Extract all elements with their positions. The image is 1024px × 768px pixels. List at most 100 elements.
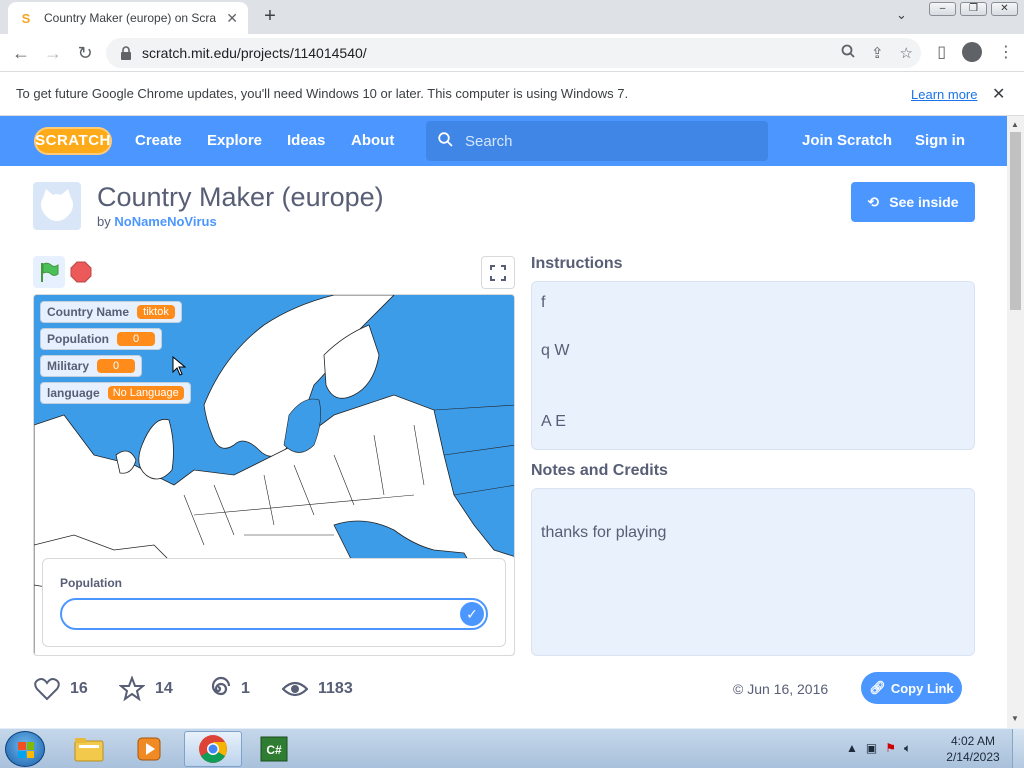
info-bar-text: To get future Google Chrome updates, you… (16, 86, 629, 101)
ask-answer-input[interactable] (74, 606, 454, 621)
see-inside-label: See inside (889, 194, 959, 210)
restore-button[interactable]: ❐ (960, 2, 987, 16)
media-player-icon (137, 737, 161, 761)
tab-close-icon[interactable]: ✕ (226, 10, 238, 27)
page-scrollbar[interactable]: ▲ ▼ (1007, 116, 1024, 728)
tab-search-chevron-icon[interactable]: ⌄ (896, 7, 907, 23)
action-center-flag-icon[interactable]: ⚑ (885, 741, 896, 756)
remix-spiral-icon (205, 676, 231, 702)
nav-about[interactable]: About (351, 132, 394, 149)
nav-create[interactable]: Create (135, 132, 182, 149)
monitor-value: 0 (117, 332, 155, 346)
share-icon[interactable]: ⇪ (871, 44, 884, 62)
reload-icon[interactable]: ↻ (74, 42, 96, 64)
notes-panel: thanks for playing (531, 488, 975, 656)
stop-button[interactable] (70, 261, 92, 283)
notes-text: thanks for playing (541, 524, 667, 541)
monitor-label: Military (47, 359, 90, 373)
monitor-population: Population 0 (40, 328, 162, 350)
eye-icon (282, 676, 308, 702)
taskbar-clock[interactable]: 4:02 AM 2/14/2023 (944, 733, 1002, 765)
instructions-heading: Instructions (531, 255, 623, 272)
notes-heading: Notes and Credits (531, 462, 668, 479)
favorite-stat[interactable]: 14 (119, 676, 173, 702)
clock-date: 2/14/2023 (946, 750, 1000, 764)
show-desktop-button[interactable] (1012, 729, 1024, 768)
author-avatar[interactable] (33, 182, 81, 230)
monitor-label: Country Name (47, 305, 130, 319)
monitor-value: 0 (97, 359, 136, 373)
scratch-search (426, 121, 768, 161)
remix-stat: 1 (205, 676, 250, 702)
address-bar[interactable]: scratch.mit.edu/projects/114014540/ ⇪ ☆ (106, 38, 921, 68)
url-text: scratch.mit.edu/projects/114014540/ (142, 45, 367, 61)
tray-expand-icon[interactable]: ▲ (846, 741, 858, 756)
media-player-taskbar-button[interactable] (120, 731, 178, 767)
monitor-country-name: Country Name tiktok (40, 301, 183, 323)
new-tab-button[interactable]: + (258, 6, 282, 28)
close-window-button[interactable]: ✕ (991, 2, 1018, 16)
scrollbar-thumb[interactable] (1010, 132, 1021, 310)
scroll-down-arrow-icon[interactable]: ▼ (1011, 714, 1019, 723)
ask-answer-field[interactable]: ✓ (60, 598, 488, 630)
love-count: 16 (70, 680, 88, 697)
ask-prompt-label: Population (60, 576, 122, 590)
network-icon[interactable]: ▣ (866, 741, 877, 756)
side-panel-icon[interactable]: ▯ (937, 42, 946, 62)
search-input[interactable] (465, 132, 745, 150)
windows-logo-icon (18, 742, 34, 758)
instructions-panel: f q W A E (531, 281, 975, 450)
scroll-up-arrow-icon[interactable]: ▲ (1011, 120, 1019, 129)
star-icon (119, 676, 145, 702)
instruction-line: f (541, 294, 546, 311)
chrome-taskbar-button[interactable] (184, 731, 242, 767)
nav-ideas[interactable]: Ideas (287, 132, 325, 149)
favorite-count: 14 (155, 680, 173, 697)
fullscreen-icon (490, 264, 506, 281)
sign-in-link[interactable]: Sign in (915, 132, 965, 149)
tab-title: Country Maker (europe) on Scratch (44, 11, 216, 25)
remix-count: 1 (241, 680, 250, 697)
project-stage[interactable]: Country Name tiktok Population 0 Militar… (33, 294, 515, 656)
back-arrow-icon[interactable]: ← (10, 42, 32, 64)
monitor-label: Population (47, 332, 109, 346)
volume-icon[interactable]: 🔈︎ (904, 741, 911, 756)
author-link[interactable]: NoNameNoVirus (114, 214, 216, 229)
fullscreen-button[interactable] (481, 256, 515, 289)
profile-avatar[interactable] (962, 42, 982, 62)
lock-icon (120, 46, 134, 60)
instruction-line: q W (541, 342, 570, 359)
submit-check-icon[interactable]: ✓ (460, 602, 484, 626)
copy-link-label: Copy Link (890, 680, 954, 696)
shared-date: © Jun 16, 2016 (733, 681, 829, 697)
monitor-language: language No Language (40, 382, 191, 404)
project-byline: by NoNameNoVirus (97, 214, 217, 229)
search-icon (438, 131, 453, 151)
svg-text:C#: C# (266, 743, 282, 757)
zoom-search-icon[interactable] (841, 44, 855, 62)
explorer-taskbar-button[interactable] (60, 731, 118, 767)
link-icon: 🔗︎ (869, 680, 886, 695)
love-stat[interactable]: 16 (34, 676, 88, 702)
clock-time: 4:02 AM (950, 734, 996, 748)
learn-more-link[interactable]: Learn more (911, 87, 977, 102)
nav-explore[interactable]: Explore (207, 132, 262, 149)
monitor-label: language (47, 386, 100, 400)
start-button[interactable] (5, 731, 45, 767)
csharp-icon: C# (260, 736, 288, 762)
minimize-button[interactable]: – (929, 2, 956, 16)
forward-arrow-icon[interactable]: → (42, 42, 64, 64)
csharp-ide-taskbar-button[interactable]: C# (245, 731, 303, 767)
join-scratch-link[interactable]: Join Scratch (802, 132, 892, 149)
info-bar-close-icon[interactable]: ✕ (992, 84, 1005, 104)
browser-toolbar: ← → ↻ scratch.mit.edu/projects/114014540… (0, 34, 1024, 72)
instruction-line: A E (541, 413, 566, 430)
bookmark-star-icon[interactable]: ☆ (900, 44, 913, 62)
menu-kebab-icon[interactable]: ⋮ (998, 42, 1014, 62)
scratch-logo[interactable]: SCRATCH (34, 127, 112, 155)
monitor-military: Military 0 (40, 355, 143, 377)
browser-tab[interactable]: S Country Maker (europe) on Scratch ✕ (8, 2, 248, 34)
see-inside-button[interactable]: ⟲ See inside (851, 182, 975, 222)
green-flag-button[interactable] (33, 256, 65, 288)
copy-link-button[interactable]: 🔗︎ Copy Link (861, 672, 962, 704)
